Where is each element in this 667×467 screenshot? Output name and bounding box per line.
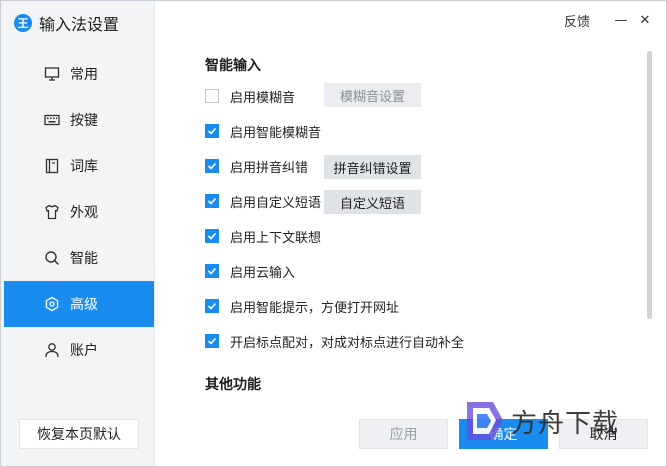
sidebar-item-label: 智能 (70, 251, 98, 267)
search-icon (44, 250, 60, 266)
fuzzy-settings-button[interactable]: 模糊音设置 (324, 83, 421, 107)
option-label: 开启标点配对，对成对标点进行自动补全 (230, 335, 465, 351)
sidebar-item-label: 高级 (70, 297, 98, 313)
option-label: 启用模糊音 (230, 90, 296, 106)
check-icon (207, 302, 217, 310)
minimize-icon[interactable]: — (610, 9, 632, 31)
sidebar-item-label: 账户 (70, 343, 98, 359)
sidebar-item-appearance[interactable]: 外观 (4, 189, 154, 235)
check-icon (207, 337, 217, 345)
check-icon (207, 232, 217, 240)
hexagon-icon (44, 296, 60, 312)
option-fuzzy-pinyin[interactable]: 启用模糊音 (205, 85, 295, 107)
app-title: 输入法设置 (39, 15, 120, 34)
option-label: 启用云输入 (230, 265, 296, 281)
book-icon (44, 158, 60, 174)
checkbox[interactable] (205, 194, 219, 208)
sidebar-item-advanced[interactable]: 高级 (4, 281, 154, 327)
scrollbar[interactable] (647, 51, 652, 319)
sidebar-item-account[interactable]: 账户 (4, 327, 154, 373)
ok-button[interactable]: 确定 (459, 419, 548, 449)
keyboard-icon (44, 112, 60, 128)
section-title-other: 其他功能 (205, 377, 261, 393)
settings-panel: 智能输入 启用模糊音 模糊音设置 启用智能模糊音 启用拼音纠错 拼音纠错设置 启… (155, 41, 650, 396)
checkbox[interactable] (205, 334, 219, 348)
cancel-button[interactable]: 取消 (559, 419, 648, 449)
sidebar-item-label: 外观 (70, 205, 98, 221)
feedback-link[interactable]: 反馈 (564, 11, 590, 30)
monitor-icon (44, 66, 60, 82)
apply-button[interactable]: 应用 (359, 419, 448, 449)
user-icon (44, 342, 60, 358)
titlebar-controls: 反馈 — ✕ (564, 9, 656, 31)
check-icon (207, 127, 217, 135)
close-icon[interactable]: ✕ (634, 9, 656, 31)
sidebar-nav: 常用 按键 词库 外观 智能 高级 账户 (4, 51, 154, 373)
option-smart-hint[interactable]: 启用智能提示，方便打开网址 (205, 295, 399, 317)
checkbox[interactable] (205, 124, 219, 138)
check-icon (207, 267, 217, 275)
sidebar-item-common[interactable]: 常用 (4, 51, 154, 97)
option-label: 启用智能提示，方便打开网址 (230, 300, 400, 316)
sidebar: 王 输入法设置 常用 按键 词库 外观 智能 高级 账户 恢复本页默认 (1, 1, 155, 466)
sidebar-item-label: 词库 (70, 159, 98, 175)
check-icon (207, 197, 217, 205)
option-punctuation-pairing[interactable]: 开启标点配对，对成对标点进行自动补全 (205, 330, 464, 352)
option-custom-phrase[interactable]: 启用自定义短语 (205, 190, 321, 212)
sidebar-item-label: 按键 (70, 113, 98, 129)
option-pinyin-correction[interactable]: 启用拼音纠错 (205, 155, 308, 177)
option-smart-fuzzy[interactable]: 启用智能模糊音 (205, 120, 321, 142)
checkbox[interactable] (205, 159, 219, 173)
sidebar-item-lexicon[interactable]: 词库 (4, 143, 154, 189)
app-logo-icon: 王 (14, 14, 32, 32)
option-cloud-input[interactable]: 启用云输入 (205, 260, 295, 282)
pinyin-correction-settings-button[interactable]: 拼音纠错设置 (324, 155, 421, 179)
checkbox[interactable] (205, 89, 219, 103)
option-label: 启用自定义短语 (230, 195, 322, 211)
sidebar-item-label: 常用 (70, 67, 98, 83)
sidebar-item-smart[interactable]: 智能 (4, 235, 154, 281)
app-brand: 王 输入法设置 (14, 11, 119, 35)
reset-defaults-button[interactable]: 恢复本页默认 (19, 419, 139, 449)
option-label: 启用智能模糊音 (230, 125, 322, 141)
option-label: 启用上下文联想 (230, 230, 322, 246)
shirt-icon (44, 204, 60, 220)
settings-window: 王 输入法设置 常用 按键 词库 外观 智能 高级 账户 恢复本页默认 反馈 —… (0, 0, 667, 467)
checkbox[interactable] (205, 229, 219, 243)
option-label: 启用拼音纠错 (230, 160, 309, 176)
sidebar-item-keys[interactable]: 按键 (4, 97, 154, 143)
checkbox[interactable] (205, 299, 219, 313)
checkbox[interactable] (205, 264, 219, 278)
check-icon (207, 162, 217, 170)
section-title-smart-input: 智能输入 (205, 58, 261, 74)
custom-phrase-button[interactable]: 自定义短语 (324, 190, 421, 214)
option-context-association[interactable]: 启用上下文联想 (205, 225, 321, 247)
